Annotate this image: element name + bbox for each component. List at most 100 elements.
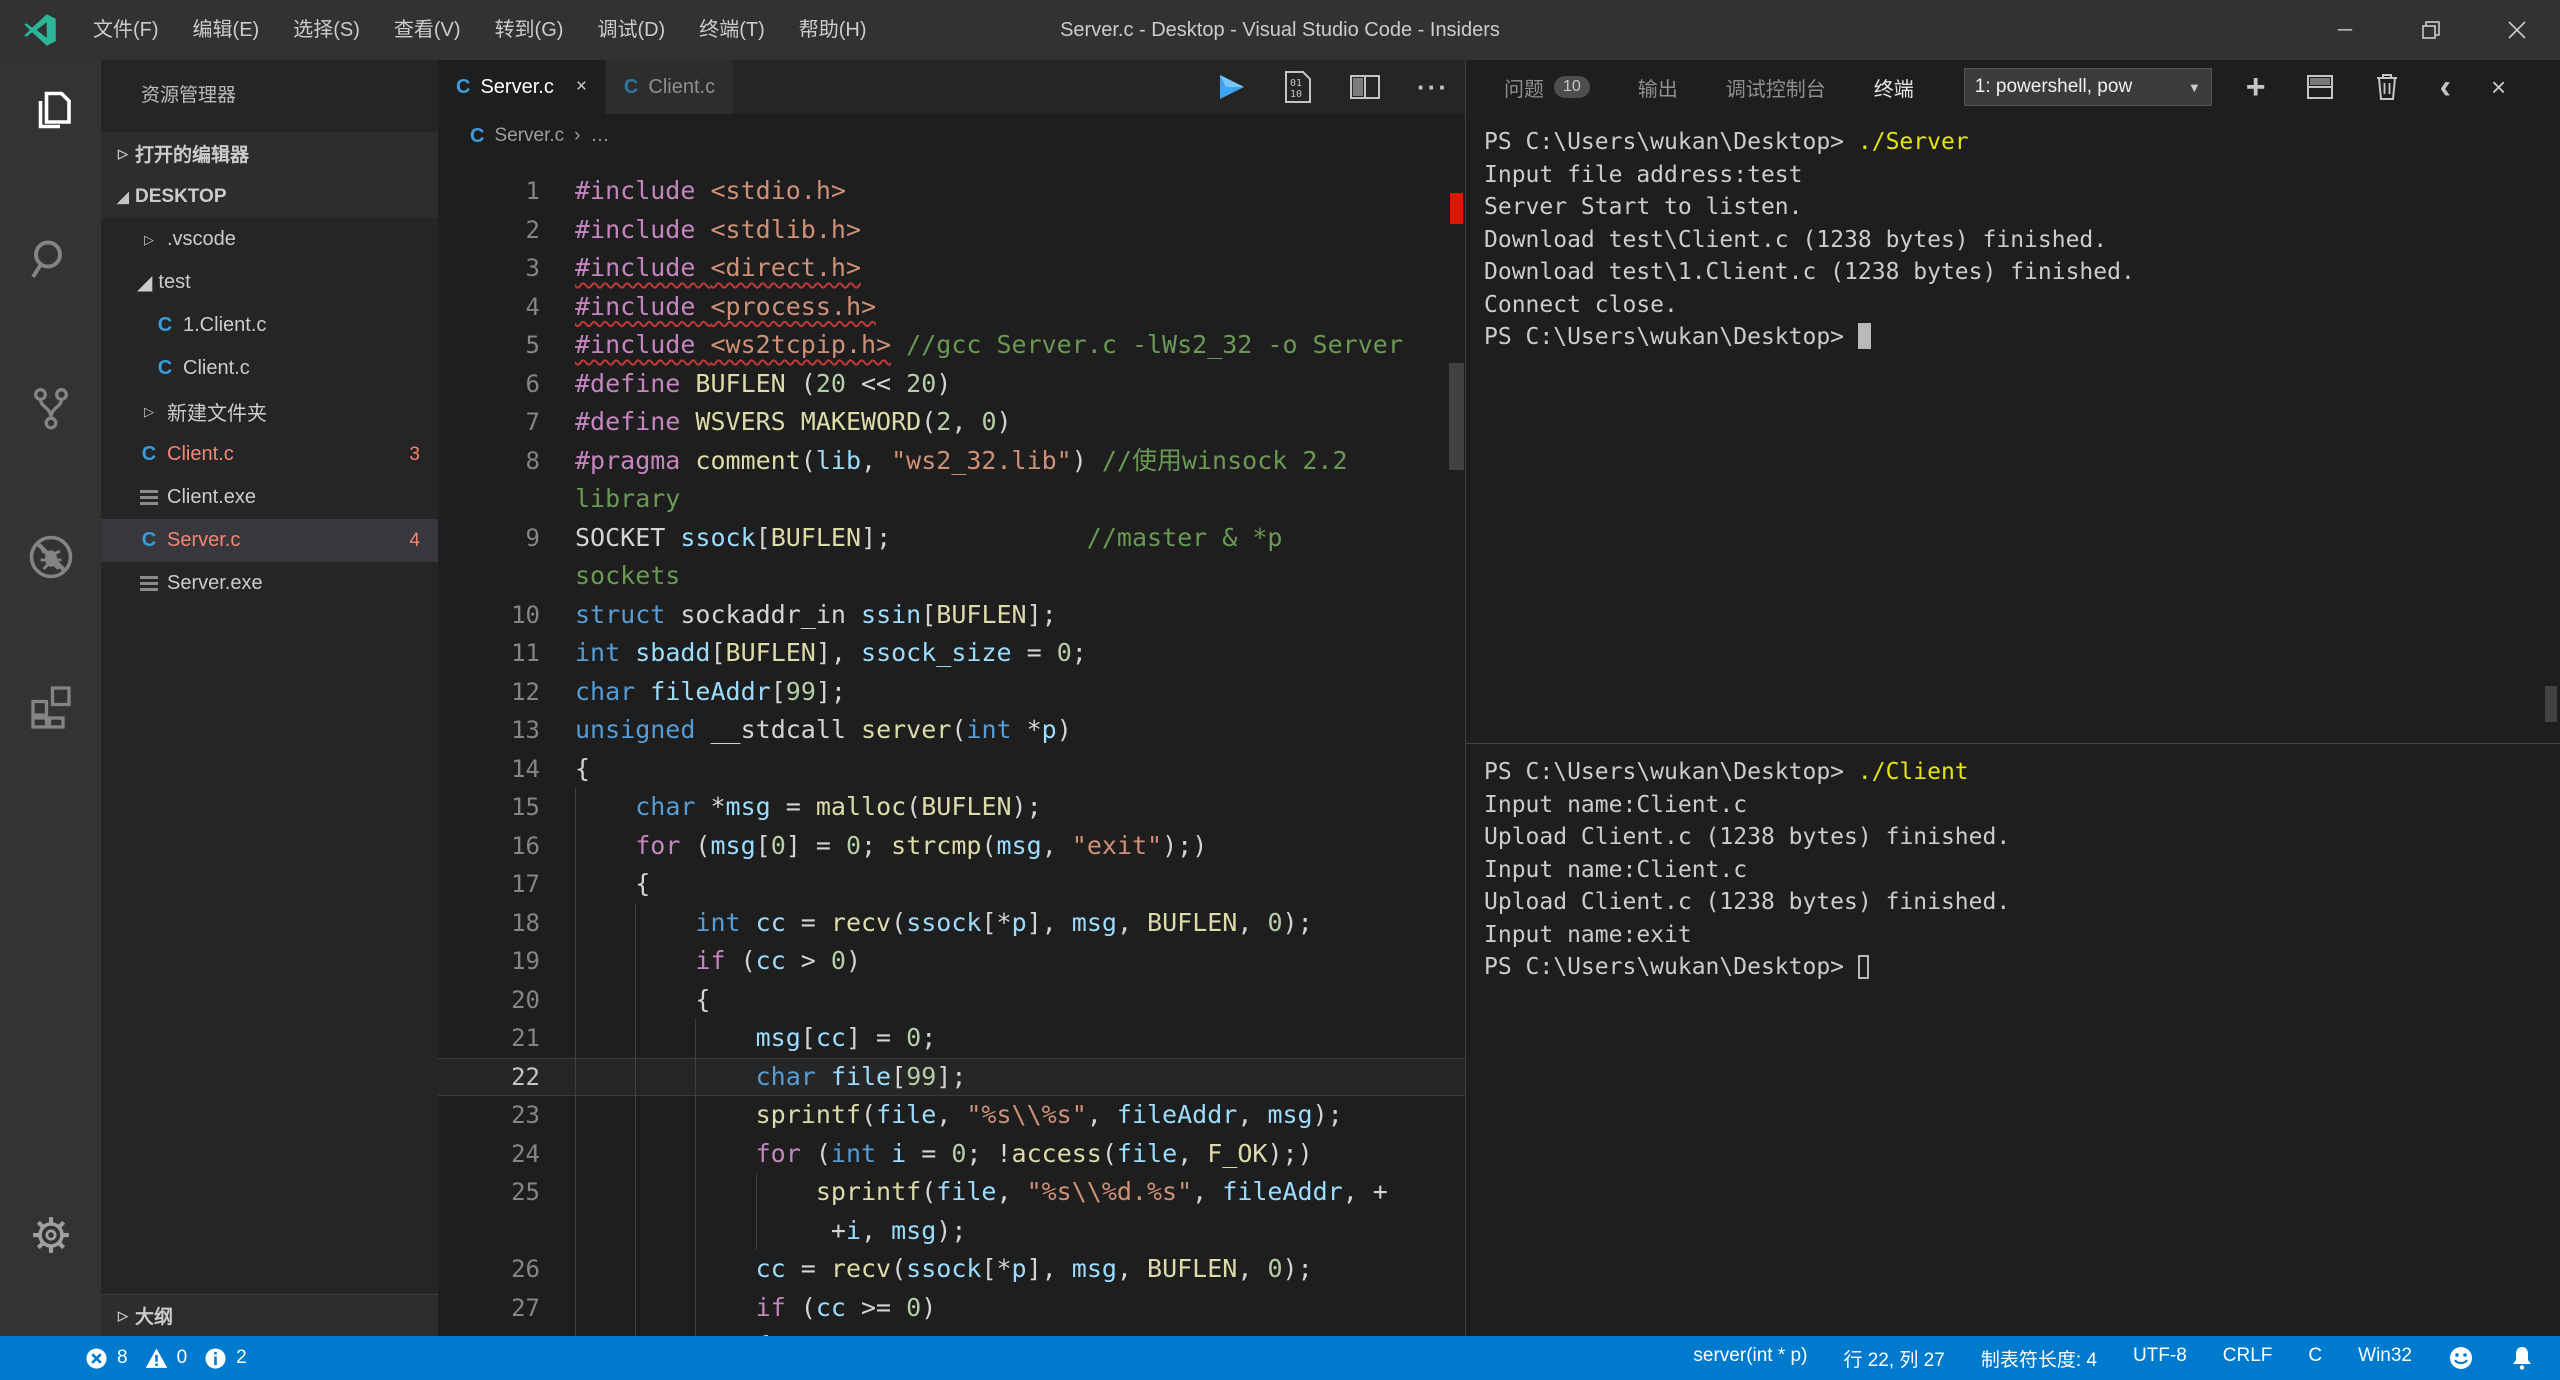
code-line[interactable]: 11int sbadd[BUFLEN], ssock_size = 0;	[438, 634, 1465, 673]
status-item[interactable]: Win32	[2358, 1345, 2412, 1372]
panel-scrollbar[interactable]	[2545, 686, 2557, 722]
editor-group: CServer.c×CClient.c 01 10	[438, 60, 1465, 1336]
code-line[interactable]: 16 for (msg[0] = 0; strcmp(msg, "exit");…	[438, 827, 1465, 866]
more-actions-icon[interactable]: ···	[1417, 72, 1449, 103]
terminal-2[interactable]: PS C:\Users\wukan\Desktop> ./ClientInput…	[1466, 743, 2560, 1336]
minimize-button[interactable]: ─	[2302, 0, 2388, 60]
code-line[interactable]: 23 sprintf(file, "%s\\%s", fileAddr, msg…	[438, 1096, 1465, 1135]
settings-gear-icon[interactable]	[0, 1187, 101, 1336]
code-line[interactable]: 12char fileAddr[99];	[438, 673, 1465, 712]
terminal-1[interactable]: PS C:\Users\wukan\Desktop> ./ServerInput…	[1466, 114, 2560, 743]
binary-file-icon[interactable]: 01 10	[1283, 70, 1313, 104]
kill-terminal-icon[interactable]	[2374, 72, 2400, 102]
panel-tab-输出[interactable]: 输出	[1638, 73, 1678, 102]
code-line[interactable]: 21 msg[cc] = 0;	[438, 1019, 1465, 1058]
code-line[interactable]: 22 char file[99];	[438, 1058, 1465, 1097]
code-line[interactable]: library	[438, 480, 1465, 519]
code-line[interactable]: 2#include <stdlib.h>	[438, 211, 1465, 250]
split-terminal-icon[interactable]	[2306, 74, 2334, 100]
code-line[interactable]: 24 for (int i = 0; !access(file, F_OK);)	[438, 1135, 1465, 1174]
status-item[interactable]: server(int * p)	[1693, 1345, 1807, 1372]
code-line[interactable]: 7#define WSVERS MAKEWORD(2, 0)	[438, 403, 1465, 442]
code-line[interactable]: 28 {	[438, 1327, 1465, 1336]
code-line[interactable]: 25 sprintf(file, "%s\\%d.%s", fileAddr, …	[438, 1173, 1465, 1212]
code-line[interactable]: 19 if (cc > 0)	[438, 942, 1465, 981]
terminal-select[interactable]: 1: powershell, pow ▼	[1964, 68, 2212, 106]
breadcrumb-more[interactable]: …	[590, 125, 609, 147]
tree-item-client.c[interactable]: CClient.c	[101, 347, 438, 390]
menu-item[interactable]: 调试(D)	[580, 0, 682, 60]
menu-item[interactable]: 查看(V)	[377, 0, 478, 60]
close-window-button[interactable]	[2474, 0, 2560, 60]
source-control-icon[interactable]	[0, 358, 101, 507]
menu-item[interactable]: 编辑(E)	[176, 0, 277, 60]
panel-tab-调试控制台[interactable]: 调试控制台	[1726, 73, 1826, 102]
menu-item[interactable]: 选择(S)	[276, 0, 377, 60]
tree-item-server.exe[interactable]: Server.exe	[101, 562, 438, 605]
panel-tab-问题[interactable]: 问题10	[1504, 73, 1590, 102]
feedback-smiley-icon[interactable]	[2448, 1345, 2474, 1371]
menu-item[interactable]: 帮助(H)	[782, 0, 884, 60]
tree-item-.vscode[interactable]: ▷.vscode	[101, 218, 438, 261]
line-number: 16	[438, 827, 540, 866]
run-button[interactable]	[1215, 71, 1247, 103]
code-line[interactable]: 18 int cc = recv(ssock[*p], msg, BUFLEN,…	[438, 904, 1465, 943]
code-line[interactable]: 9SOCKET ssock[BUFLEN]; //master & *p	[438, 519, 1465, 558]
code-line[interactable]: 10struct sockaddr_in ssin[BUFLEN];	[438, 596, 1465, 635]
code-line[interactable]: 6#define BUFLEN (20 << 20)	[438, 365, 1465, 404]
menu-item[interactable]: 文件(F)	[76, 0, 176, 60]
breadcrumb-file[interactable]: Server.c	[494, 125, 564, 147]
tree-item-client.exe[interactable]: Client.exe	[101, 476, 438, 519]
exe-file-icon	[137, 490, 161, 505]
tree-item-client.c[interactable]: CClient.c3	[101, 433, 438, 476]
chevron-left-icon[interactable]: ‹	[2440, 68, 2451, 107]
notifications-bell-icon[interactable]	[2510, 1345, 2534, 1371]
code-line[interactable]: 15 char *msg = malloc(BUFLEN);	[438, 788, 1465, 827]
tree-item-新建文件夹[interactable]: ▷新建文件夹	[101, 390, 438, 433]
explorer-icon[interactable]	[0, 60, 101, 209]
status-item[interactable]: CRLF	[2223, 1345, 2273, 1372]
new-terminal-icon[interactable]: +	[2246, 72, 2266, 102]
tree-item-server.c[interactable]: CServer.c4	[101, 519, 438, 562]
debug-icon[interactable]	[0, 507, 101, 656]
breadcrumb[interactable]: C Server.c › …	[438, 114, 1465, 158]
code-line[interactable]: 26 cc = recv(ssock[*p], msg, BUFLEN, 0);	[438, 1250, 1465, 1289]
code-line[interactable]: 1#include <stdio.h>	[438, 172, 1465, 211]
outline-section[interactable]: ▷ 大纲	[101, 1294, 438, 1336]
tab-client.c[interactable]: CClient.c	[605, 60, 733, 114]
code-editor[interactable]: 1#include <stdio.h>2#include <stdlib.h>3…	[438, 158, 1465, 1336]
extensions-icon[interactable]	[0, 656, 101, 805]
status-item[interactable]: 行 22, 列 27	[1843, 1345, 1944, 1372]
code-line[interactable]: 8#pragma comment(lib, "ws2_32.lib") //使用…	[438, 442, 1465, 481]
code-line[interactable]: sockets	[438, 557, 1465, 596]
open-editors-section[interactable]: ▷ 打开的编辑器	[101, 132, 438, 175]
status-item[interactable]: 制表符长度: 4	[1981, 1345, 2097, 1372]
status-item[interactable]: C	[2308, 1345, 2322, 1372]
tree-item-1.client.c[interactable]: C1.Client.c	[101, 304, 438, 347]
search-icon[interactable]	[0, 209, 101, 358]
panel-tab-label: 问题	[1504, 73, 1544, 102]
tab-server.c[interactable]: CServer.c×	[438, 60, 605, 114]
code-line[interactable]: 5#include <ws2tcpip.h> //gcc Server.c -l…	[438, 326, 1465, 365]
menu-item[interactable]: 转到(G)	[478, 0, 581, 60]
split-editor-icon[interactable]	[1349, 73, 1381, 101]
code-line[interactable]: 3#include <direct.h>	[438, 249, 1465, 288]
code-line[interactable]: +i, msg);	[438, 1212, 1465, 1251]
code-line[interactable]: 14{	[438, 750, 1465, 789]
problems-status[interactable]: 8 0 2	[0, 1347, 255, 1370]
code-line[interactable]: 4#include <process.h>	[438, 288, 1465, 327]
menu-item[interactable]: 终端(T)	[682, 0, 782, 60]
code-text: {	[575, 750, 590, 789]
tree-item-test[interactable]: ◢test	[101, 261, 438, 304]
editor-scrollbar[interactable]	[1449, 363, 1464, 470]
code-line[interactable]: 27 if (cc >= 0)	[438, 1289, 1465, 1328]
panel-tab-终端[interactable]: 终端	[1874, 73, 1914, 102]
code-line[interactable]: 17 {	[438, 865, 1465, 904]
workspace-root-section[interactable]: ◢ DESKTOP	[101, 175, 438, 218]
restore-button[interactable]	[2388, 0, 2474, 60]
code-line[interactable]: 20 {	[438, 981, 1465, 1020]
close-panel-icon[interactable]: ×	[2491, 72, 2506, 103]
code-line[interactable]: 13unsigned __stdcall server(int *p)	[438, 711, 1465, 750]
status-item[interactable]: UTF-8	[2133, 1345, 2187, 1372]
close-tab-icon[interactable]: ×	[576, 76, 587, 98]
